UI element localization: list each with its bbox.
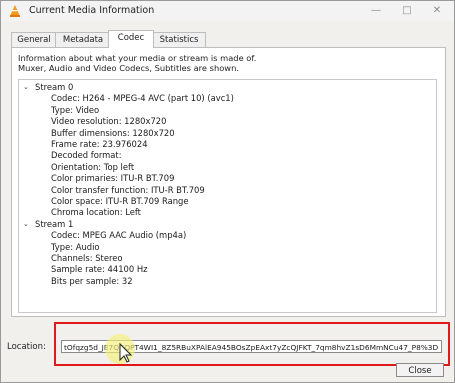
info-line: Muxer, Audio and Video Codecs, Subtitles…	[18, 63, 239, 73]
stream-property: Codec: MPEG AAC Audio (mp4a)	[51, 230, 187, 241]
stream-property: Orientation: Top left	[51, 161, 135, 172]
tab-general[interactable]: General	[11, 32, 57, 47]
location-label: Location:	[7, 342, 46, 352]
stream-property: Buffer dimensions: 1280x720	[51, 127, 175, 138]
stream-property: Type: Video	[51, 104, 100, 115]
stream-property: Decoded format:	[51, 150, 122, 161]
stream-property: Color primaries: ITU-R BT.709	[51, 173, 175, 184]
stream-node[interactable]: ⌄ Stream 1	[19, 219, 436, 230]
expand-arrow-icon[interactable]: ⌄	[23, 219, 29, 230]
stream-label: Stream 1	[35, 218, 74, 229]
tab-statistics[interactable]: Statistics	[152, 32, 206, 47]
expand-arrow-icon[interactable]: ⌄	[23, 82, 29, 93]
media-info-window: Current Media Information — □ ✕ General …	[0, 0, 455, 383]
stream-property: Color transfer function: ITU-R BT.709	[51, 184, 205, 195]
stream-property: Color space: ITU-R BT.709 Range	[51, 196, 189, 206]
codec-panel: Information about what your media or str…	[11, 47, 446, 317]
stream-property: Chroma location: Left	[51, 207, 141, 218]
minimize-button[interactable]: —	[361, 1, 391, 21]
codec-info-text: Information about what your media or str…	[18, 53, 256, 73]
close-button[interactable]: Close	[396, 363, 444, 377]
title-bar[interactable]: Current Media Information — □ ✕	[1, 1, 454, 21]
close-window-button[interactable]: ✕	[422, 1, 452, 21]
stream-label: Stream 0	[35, 82, 74, 92]
maximize-button[interactable]: □	[392, 1, 422, 21]
stream-property: Codec: H264 - MPEG-4 AVC (part 10) (avc1…	[51, 93, 234, 104]
stream-property: Channels: Stereo	[51, 253, 123, 263]
stream-node[interactable]: ⌄ Stream 0	[19, 82, 436, 93]
location-field[interactable]: tOfqzg5d_JE7QCQPT4WI1_8Z5RBuXPAlEA945BOs…	[61, 340, 442, 353]
stream-property: Frame rate: 23.976024	[51, 139, 148, 149]
stream-property: Video resolution: 1280x720	[51, 116, 167, 127]
stream-property: Type: Audio	[51, 241, 100, 252]
tab-metadata[interactable]: Metadata	[55, 32, 111, 47]
window-title: Current Media Information	[29, 5, 155, 16]
vlc-cone-icon	[10, 5, 20, 17]
stream-property: Bits per sample: 32	[51, 275, 133, 286]
info-line: Information about what your media or str…	[18, 53, 257, 63]
stream-property: Sample rate: 44100 Hz	[51, 264, 148, 275]
tab-codec[interactable]: Codec	[108, 30, 154, 48]
stream-tree[interactable]: ⌄ Stream 0 Codec: H264 - MPEG-4 AVC (par…	[18, 79, 437, 313]
